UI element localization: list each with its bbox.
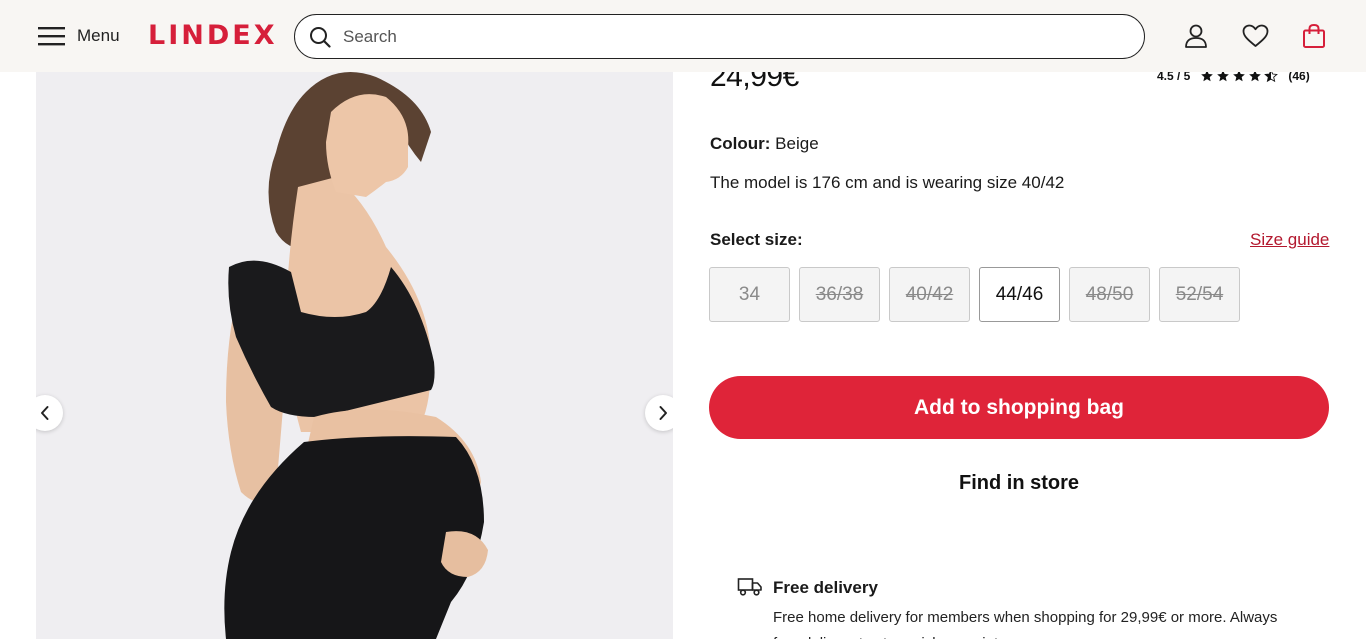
hamburger-icon: [38, 27, 65, 46]
add-to-bag-button[interactable]: Add to shopping bag: [709, 376, 1329, 439]
size-selector: 34 36/38 40/42 44/46 48/50 52/54: [709, 267, 1240, 322]
size-guide-link[interactable]: Size guide: [1250, 230, 1329, 250]
search-icon: [309, 26, 331, 48]
next-image-button[interactable]: [645, 395, 673, 431]
search-bar[interactable]: [294, 14, 1145, 59]
model-size-info: The model is 176 cm and is wearing size …: [710, 173, 1065, 192]
chevron-left-icon: [41, 406, 49, 420]
heart-icon: [1242, 24, 1268, 47]
colour-row: Colour: Beige: [710, 134, 819, 154]
size-option-48-50[interactable]: 48/50: [1069, 267, 1150, 322]
product-image-gallery[interactable]: [36, 72, 673, 639]
shopping-bag-icon: [1303, 23, 1325, 48]
delivery-title: Free delivery: [773, 578, 878, 597]
product-photo: [36, 72, 673, 639]
lindex-logo[interactable]: LINDEX: [148, 22, 278, 50]
menu-label: Menu: [77, 26, 120, 45]
select-size-label: Select size:: [710, 230, 803, 249]
favourites-button[interactable]: [1241, 22, 1269, 50]
search-input[interactable]: [343, 26, 1103, 47]
find-in-store-button[interactable]: Find in store: [709, 472, 1329, 495]
menu-button[interactable]: Menu: [38, 22, 120, 50]
shopping-bag-button[interactable]: [1300, 22, 1328, 50]
size-option-36-38[interactable]: 36/38: [799, 267, 880, 322]
delivery-description: Free home delivery for members when shop…: [773, 609, 1278, 639]
size-option-34[interactable]: 34: [709, 267, 790, 322]
size-option-40-42[interactable]: 40/42: [889, 267, 970, 322]
user-icon: [1185, 24, 1207, 48]
chevron-right-icon: [659, 406, 667, 420]
size-option-52-54[interactable]: 52/54: [1159, 267, 1240, 322]
site-header: Menu LINDEX: [0, 0, 1366, 72]
truck-icon: [737, 576, 763, 603]
size-option-44-46[interactable]: 44/46: [979, 267, 1060, 322]
account-button[interactable]: [1182, 22, 1210, 50]
colour-value: Beige: [775, 134, 819, 153]
colour-label: Colour:: [710, 134, 771, 153]
